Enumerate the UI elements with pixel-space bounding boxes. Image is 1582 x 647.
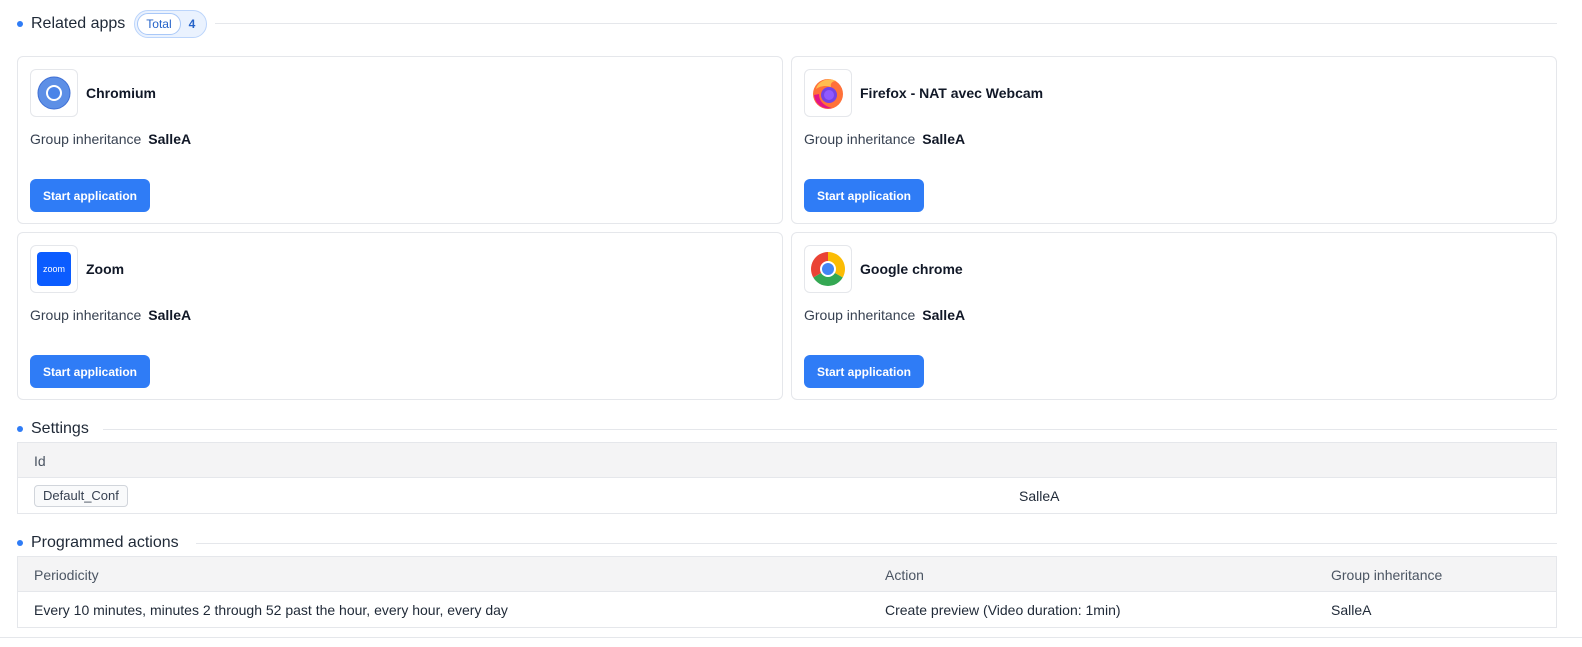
start-application-button[interactable]: Start application (30, 179, 150, 212)
related-apps-title: Related apps (31, 15, 126, 32)
section-divider (196, 543, 1557, 544)
table-header: Periodicity Action Group inheritance (18, 557, 1556, 592)
table-row: Default_Conf SalleA (18, 478, 1556, 513)
firefox-icon (804, 69, 852, 117)
zoom-logo-text: zoom (42, 264, 65, 274)
periodicity-cell: Every 10 minutes, minutes 2 through 52 p… (34, 601, 508, 618)
inheritance-value: SalleA (148, 131, 192, 147)
app-card-firefox: Firefox - NAT avec Webcam Group inherita… (791, 56, 1557, 224)
total-label: Total (137, 13, 181, 35)
total-badge: Total 4 (134, 10, 208, 38)
programmed-actions-title: Programmed actions (31, 534, 179, 551)
inheritance-value: SalleA (922, 307, 966, 323)
settings-id-cell: Default_Conf (34, 478, 128, 513)
app-card-google-chrome: Google chrome Group inheritance SalleA St… (791, 232, 1557, 400)
inheritance-value: SalleA (922, 131, 966, 147)
start-application-button[interactable]: Start application (30, 355, 150, 388)
section-divider (215, 23, 1557, 24)
inheritance-value: SalleA (148, 307, 192, 323)
inheritance-cell: SalleA (1331, 601, 1372, 618)
app-card-chromium: Chromium Group inheritance SalleA Start a… (17, 56, 783, 224)
inheritance-label: Group inheritance (30, 307, 142, 323)
total-count: 4 (188, 17, 196, 31)
section-bullet (17, 21, 23, 27)
section-bullet (17, 540, 23, 546)
chromium-icon (30, 69, 78, 117)
start-application-button[interactable]: Start application (804, 179, 924, 212)
bottom-divider (0, 637, 1582, 638)
settings-header: Settings (17, 414, 89, 444)
table-header: Id (18, 443, 1556, 478)
app-name: Zoom (86, 261, 125, 277)
app-name: Chromium (86, 85, 156, 101)
inheritance-label: Group inheritance (804, 131, 916, 147)
zoom-logo-tile: zoom (37, 252, 71, 286)
column-header-periodicity: Periodicity (34, 566, 99, 583)
app-name: Google chrome (860, 261, 963, 277)
group-inheritance: Group inheritance SalleA (804, 307, 965, 323)
related-apps-header: Related apps Total 4 (17, 9, 208, 39)
column-header-action: Action (885, 566, 924, 583)
table-row: Every 10 minutes, minutes 2 through 52 p… (18, 592, 1556, 627)
group-inheritance: Group inheritance SalleA (30, 307, 191, 323)
settings-title: Settings (31, 420, 89, 437)
settings-value-cell: SalleA (1019, 487, 1060, 504)
chrome-icon (804, 245, 852, 293)
programmed-actions-header: Programmed actions (17, 528, 179, 558)
start-application-button[interactable]: Start application (804, 355, 924, 388)
group-inheritance: Group inheritance SalleA (30, 131, 191, 147)
settings-id-chip: Default_Conf (34, 484, 128, 507)
settings-table: Id Default_Conf SalleA (17, 442, 1557, 514)
group-inheritance: Group inheritance SalleA (804, 131, 965, 147)
programmed-actions-table: Periodicity Action Group inheritance Eve… (17, 556, 1557, 628)
zoom-icon: zoom (30, 245, 78, 293)
section-bullet (17, 426, 23, 432)
section-divider (103, 429, 1557, 430)
inheritance-label: Group inheritance (30, 131, 142, 147)
app-name: Firefox - NAT avec Webcam (860, 85, 1044, 101)
column-header-id: Id (34, 452, 46, 469)
action-cell: Create preview (Video duration: 1min) (885, 601, 1121, 618)
column-header-group-inheritance: Group inheritance (1331, 566, 1443, 583)
inheritance-label: Group inheritance (804, 307, 916, 323)
app-card-zoom: zoom Zoom Group inheritance SalleA Start … (17, 232, 783, 400)
